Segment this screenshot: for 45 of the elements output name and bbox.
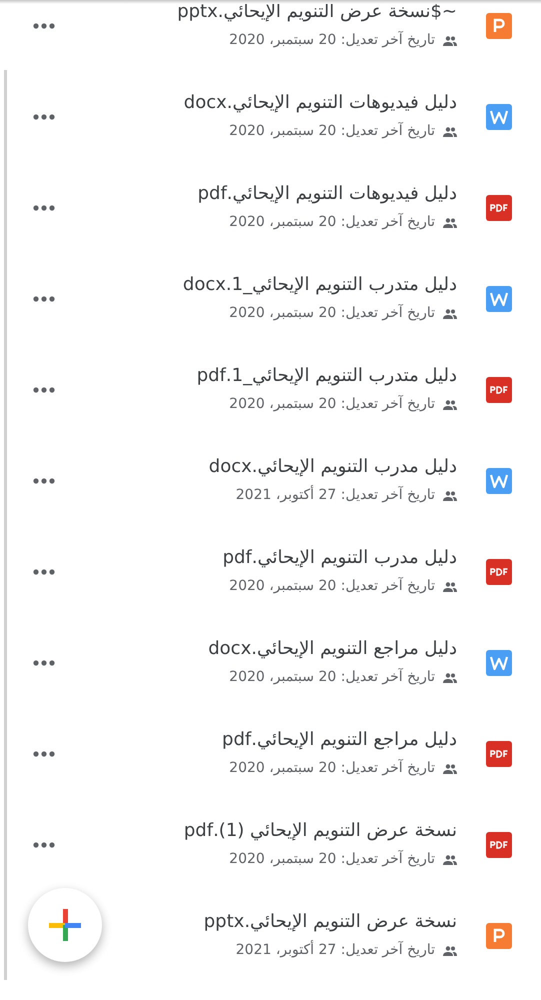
modified-date: تاريخ آخر تعديل: 20 سبتمبر، 2020 — [229, 849, 435, 869]
document-file-icon — [486, 104, 512, 130]
modified-date: تاريخ آخر تعديل: 20 سبتمبر، 2020 — [229, 667, 435, 687]
file-name: نسخة عرض التنويم الإيحائي.pptx — [204, 910, 457, 934]
document-file-icon — [486, 650, 512, 676]
more-icon — [33, 478, 55, 484]
more-icon — [33, 386, 55, 392]
slides-file-icon — [486, 922, 512, 948]
more-icon — [33, 114, 55, 120]
file-name: دليل فيديوهات التنويم الإيحائي.docx — [184, 91, 457, 115]
more-icon — [33, 22, 55, 28]
slides-file-icon — [486, 12, 512, 38]
file-name: دليل متدرب التنويم الإيحائي_1.docx — [182, 273, 457, 297]
modified-date: تاريخ آخر تعديل: 20 سبتمبر، 2020 — [229, 303, 435, 323]
document-file-icon — [486, 468, 512, 494]
modified-date: تاريخ آخر تعديل: 20 سبتمبر، 2020 — [229, 576, 435, 596]
modified-date: تاريخ آخر تعديل: 27 أكتوبر، 2021 — [236, 940, 435, 960]
more-icon — [33, 296, 55, 302]
pdf-file-icon — [486, 376, 512, 402]
file-name: دليل مدرب التنويم الإيحائي.pdf — [222, 546, 457, 570]
modified-date: تاريخ آخر تعديل: 20 سبتمبر، 2020 — [229, 121, 435, 141]
new-button[interactable] — [28, 888, 102, 962]
file-name: دليل متدرب التنويم الإيحائي_1.pdf — [196, 364, 457, 388]
document-file-icon — [486, 286, 512, 312]
more-icon — [33, 750, 55, 756]
file-name: دليل فيديوهات التنويم الإيحائي.pdf — [198, 182, 457, 206]
file-name: ~$نسخة عرض التنويم الإيحائي.pptx — [177, 0, 457, 24]
pdf-file-icon — [486, 558, 512, 584]
modified-date: تاريخ آخر تعديل: 20 سبتمبر، 2020 — [229, 212, 435, 232]
file-name: دليل مراجع التنويم الإيحائي.pdf — [222, 728, 457, 752]
more-icon — [33, 842, 55, 848]
more-icon — [33, 660, 55, 666]
pdf-file-icon — [486, 194, 512, 220]
modified-date: تاريخ آخر تعديل: 20 سبتمبر، 2020 — [229, 394, 435, 414]
modified-date: تاريخ آخر تعديل: 20 سبتمبر، 2020 — [229, 30, 435, 50]
modified-date: تاريخ آخر تعديل: 20 سبتمبر، 2020 — [229, 758, 435, 778]
file-name: دليل مدرب التنويم الإيحائي.docx — [208, 455, 457, 479]
file-name: نسخة عرض التنويم الإيحائي (1).pdf — [184, 819, 457, 843]
pdf-file-icon — [486, 740, 512, 766]
modified-date: تاريخ آخر تعديل: 27 أكتوبر، 2021 — [236, 485, 435, 505]
file-name: دليل مراجع التنويم الإيحائي.docx — [208, 637, 457, 661]
more-icon — [33, 568, 55, 574]
plus-icon — [49, 909, 81, 941]
pdf-file-icon — [486, 832, 512, 858]
more-icon — [33, 204, 55, 210]
